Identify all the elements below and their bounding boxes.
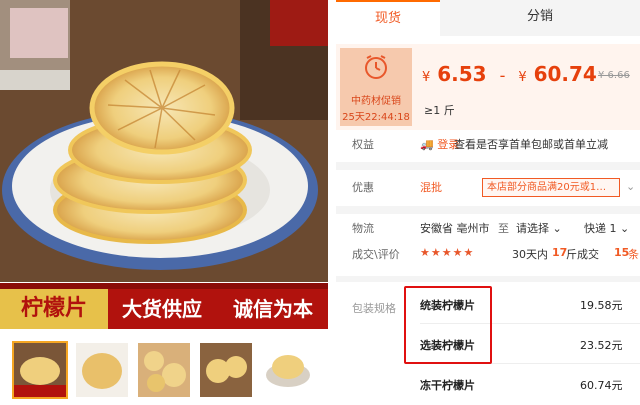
promo-label: 中药材促销: [351, 96, 401, 107]
spec-price: 19.58元: [580, 299, 623, 312]
tab-in-stock[interactable]: 现货: [336, 0, 440, 38]
mixed-batch-tag: 混批: [420, 181, 442, 194]
review-suffix[interactable]: 条: [628, 246, 639, 262]
price-range: ¥ 6.53 - ¥ 60.74: [422, 62, 597, 86]
rating-stars: ★★★★★: [420, 246, 475, 259]
destination-select[interactable]: 请选择 ⌄: [516, 220, 562, 236]
divider: [336, 162, 640, 170]
min-order: ≥1 斤: [424, 104, 455, 117]
price-low: 6.53: [437, 62, 487, 86]
coupon-banner[interactable]: 本店部分商品满20元或1…: [482, 178, 620, 197]
reviews-row: 成交\评价 ★★★★★ 30天内 17 斤成交 15 条: [336, 246, 640, 266]
rights-row: 权益 🚚 登录 查看是否享首单包邮或首单立减: [336, 136, 640, 156]
price-section: 中药材促销 25天22:44:18 ¥ 6.53 - ¥ 60.74 ¥ 6.6…: [336, 44, 640, 130]
sales-suffix: 斤成交: [566, 248, 599, 261]
discount-label: 优惠: [352, 181, 374, 194]
spec-price: 23.52元: [580, 339, 623, 352]
spec-name: 冻干柠檬片: [420, 379, 475, 392]
product-photo[interactable]: [0, 0, 328, 282]
tab-distribution[interactable]: 分销: [440, 0, 640, 36]
spec-price: 60.74元: [580, 379, 623, 392]
logistics-row: 物流 安徽省 亳州市 至 请选择 ⌄ 快递 1 ⌄: [336, 220, 640, 240]
spec-option-3[interactable]: 冻干柠檬片 60.74元: [420, 366, 640, 402]
highlight-box: [404, 286, 492, 364]
sales-prefix: 30天内: [512, 248, 548, 261]
original-price: ¥ 6.66: [598, 70, 630, 81]
promo-banner: 柠檬片 大货供应 诚信为本: [0, 283, 328, 329]
product-gallery: 柠檬片 大货供应 诚信为本: [0, 0, 328, 405]
spec-label: 包装规格: [352, 302, 396, 315]
currency-symbol: ¥: [422, 70, 431, 85]
banner-slogan-supply: 大货供应: [122, 297, 202, 321]
discount-row: 优惠 混批 本店部分商品满20元或1… ⌄: [336, 174, 640, 200]
tab-bar: 现货 分销: [336, 0, 640, 38]
reviews-label: 成交\评价: [352, 248, 400, 261]
ship-from: 安徽省 亳州市: [420, 222, 490, 235]
promo-badge[interactable]: 中药材促销 25天22:44:18: [340, 48, 412, 126]
price-separator: -: [499, 66, 506, 85]
rights-text: 查看是否享首单包邮或首单立减: [454, 138, 608, 151]
divider-3: [336, 276, 640, 282]
ship-to-word: 至: [498, 222, 509, 235]
thumbnail-5[interactable]: [262, 343, 314, 397]
shipping-method[interactable]: 快递 1 ⌄: [584, 220, 629, 236]
logistics-label: 物流: [352, 222, 374, 235]
thumbnail-1[interactable]: [12, 341, 68, 399]
alarm-clock-icon: [365, 55, 387, 79]
price-high: 60.74: [533, 62, 597, 86]
currency-symbol-high: ¥: [518, 70, 527, 85]
thumbnail-strip: [0, 337, 328, 405]
thumbnail-2[interactable]: [76, 343, 128, 397]
promo-countdown: 25天22:44:18: [342, 112, 410, 123]
banner-product-name: 柠檬片: [0, 289, 108, 329]
divider-2: [336, 206, 640, 214]
banner-slogan-integrity: 诚信为本: [233, 297, 313, 321]
chevron-down-icon[interactable]: ⌄: [626, 180, 635, 193]
thumbnail-4[interactable]: [200, 343, 252, 397]
rights-label: 权益: [352, 138, 374, 151]
thumbnail-3[interactable]: [138, 343, 190, 397]
